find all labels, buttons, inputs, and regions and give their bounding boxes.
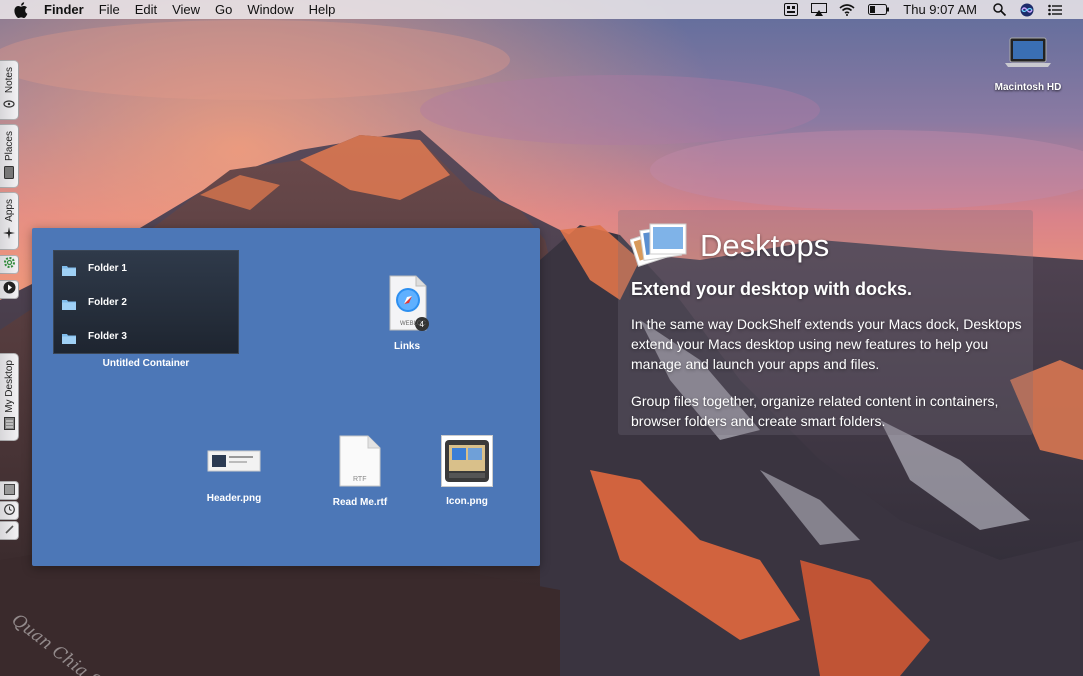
side-tab-apps[interactable]: Apps	[0, 192, 19, 250]
file-header-png[interactable]: Header.png	[189, 438, 279, 504]
settings-button[interactable]	[0, 255, 19, 274]
laptop-drive-icon	[1005, 37, 1051, 74]
launch-icon	[2, 226, 16, 240]
menu-clock[interactable]: Thu 9:07 AM	[903, 2, 977, 17]
promo-headline: Extend your desktop with docks.	[631, 279, 913, 299]
menu-file[interactable]: File	[99, 2, 120, 17]
side-tab-my-desktop-label: My Desktop	[3, 360, 15, 413]
menu-bar: Finder File Edit View Go Window Help Thu…	[0, 0, 1083, 19]
menu-go[interactable]: Go	[215, 2, 232, 17]
links-badge: 4	[420, 320, 425, 329]
side-tab-places-label: Places	[3, 131, 15, 162]
link-button[interactable]	[0, 521, 19, 540]
folder-icon	[62, 297, 76, 310]
menu-app-finder[interactable]: Finder	[44, 2, 84, 17]
container-caption[interactable]: Untitled Container	[53, 358, 239, 369]
menu-help[interactable]: Help	[309, 2, 336, 17]
apple-menu-icon[interactable]	[14, 1, 30, 18]
folder-item[interactable]: Folder 1	[54, 251, 238, 285]
drive-icon	[2, 165, 16, 179]
file-label-links: Links	[393, 341, 421, 352]
menu-window[interactable]: Window	[247, 2, 293, 17]
recent-button[interactable]	[0, 501, 19, 520]
folder-icon	[62, 263, 76, 276]
grid-button[interactable]	[0, 481, 19, 500]
rtf-document-icon: RTF	[338, 434, 382, 493]
clock-icon	[3, 502, 15, 520]
folder-label: Folder 3	[88, 330, 127, 342]
spotlight-icon[interactable]	[991, 3, 1007, 17]
siri-icon[interactable]	[1019, 3, 1035, 17]
folder-container[interactable]: Folder 1 Folder 2 Folder 3	[53, 250, 239, 354]
side-tab-notes[interactable]: Notes	[0, 60, 19, 120]
desktop-icon	[2, 417, 16, 431]
folder-label: Folder 2	[88, 296, 127, 308]
side-tab-my-desktop[interactable]: My Desktop	[0, 353, 19, 441]
image-thumbnail-icon	[441, 435, 493, 492]
file-label-header: Header.png	[206, 493, 262, 504]
desktops-logo-icon	[629, 220, 688, 275]
airplay-icon[interactable]	[811, 3, 828, 17]
image-thumbnail-icon	[207, 438, 261, 489]
webloc-file-icon: WEBLOC 4	[384, 274, 430, 337]
promo-paragraph-1: In the same way DockShelf extends your M…	[631, 316, 1022, 372]
status-area: Thu 9:07 AM	[783, 2, 1083, 17]
notification-center-icon[interactable]	[1047, 3, 1063, 17]
next-button[interactable]	[0, 280, 19, 299]
file-readme-rtf[interactable]: RTF Read Me.rtf	[315, 434, 405, 508]
file-links[interactable]: WEBLOC 4 Links	[362, 274, 452, 352]
arrow-right-icon	[3, 281, 16, 299]
gear-icon	[3, 256, 16, 274]
file-label-icon: Icon.png	[446, 496, 488, 507]
menu-edit[interactable]: Edit	[135, 2, 157, 17]
keyboard-viewer-icon[interactable]	[783, 3, 799, 17]
drive-label: Macintosh HD	[994, 82, 1062, 93]
side-tab-places[interactable]: Places	[0, 124, 19, 188]
link-icon	[4, 522, 15, 540]
side-tab-apps-label: Apps	[3, 199, 15, 222]
macintosh-hd-drive[interactable]: Macintosh HD	[990, 37, 1066, 93]
side-tab-notes-label: Notes	[3, 67, 15, 94]
battery-icon[interactable]	[867, 3, 889, 17]
rtf-icon-text: RTF	[353, 476, 366, 483]
promo-title: Desktops	[700, 228, 830, 263]
wifi-icon[interactable]	[839, 3, 855, 17]
promo-paragraph-2: Group files together, organize related c…	[631, 393, 999, 429]
folder-label: Folder 1	[88, 262, 127, 274]
menu-view[interactable]: View	[172, 2, 200, 17]
file-icon-png[interactable]: Icon.png	[422, 435, 512, 507]
folder-icon	[62, 331, 76, 344]
folder-item[interactable]: Folder 3	[54, 319, 238, 353]
grid-icon	[3, 482, 15, 500]
folder-item[interactable]: Folder 2	[54, 285, 238, 319]
paperclip-icon	[2, 97, 16, 111]
file-label-readme: Read Me.rtf	[332, 497, 388, 508]
desktop-container-panel[interactable]: Folder 1 Folder 2 Folder 3 Untitled Cont…	[32, 228, 540, 566]
